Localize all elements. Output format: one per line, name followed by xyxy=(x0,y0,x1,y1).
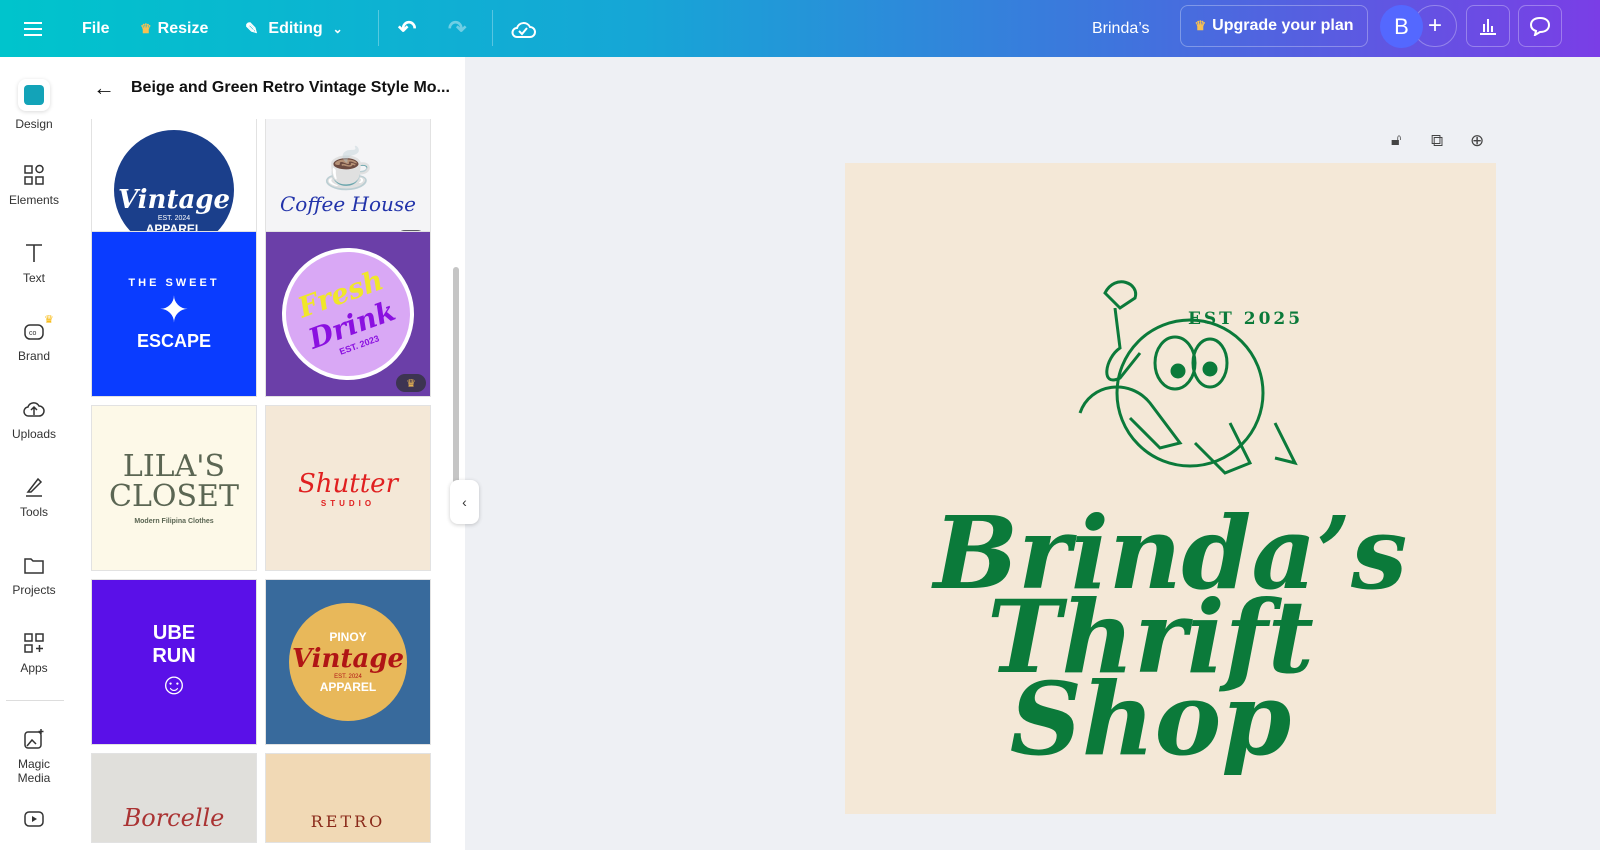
rail-video[interactable] xyxy=(0,807,68,837)
mascot-icon: ☕ xyxy=(323,146,373,191)
redo-icon[interactable]: ↷ xyxy=(448,0,466,57)
rail-magic-media[interactable]: Magic Media xyxy=(0,727,68,785)
design-canvas[interactable]: EST 2025 Brinda’s Thrift Shop xyxy=(845,163,1496,814)
magic-media-icon xyxy=(24,729,44,749)
design-name[interactable]: Brinda’s xyxy=(1092,0,1150,57)
template-text: UBE xyxy=(152,622,196,644)
template-card[interactable]: PINOY Vintage EST. 2024 APPAREL xyxy=(265,579,431,745)
rail-label: Tools xyxy=(19,505,48,519)
ice-cream-mascot-icon: ✦ xyxy=(158,288,190,330)
folder-icon xyxy=(24,558,44,574)
rail-label: Text xyxy=(22,271,45,285)
svg-text:co: co xyxy=(29,330,37,337)
upgrade-label: Upgrade your plan xyxy=(1212,17,1354,34)
insights-icon[interactable] xyxy=(1466,5,1510,47)
cloud-upload-icon xyxy=(23,402,45,417)
rail-brand[interactable]: co ♛ Brand xyxy=(0,314,68,363)
cloud-saved-icon[interactable] xyxy=(510,0,536,57)
mascot-illustration xyxy=(1078,280,1298,475)
lock-icon[interactable]: 🔓︎ xyxy=(1391,132,1401,150)
avatar[interactable]: B xyxy=(1380,5,1423,48)
rail-apps[interactable]: Apps xyxy=(0,631,68,675)
templates-panel: ← Beige and Green Retro Vintage Style Mo… xyxy=(68,57,465,850)
template-card[interactable]: Borcelle xyxy=(91,753,257,843)
template-text: LILA'S xyxy=(122,448,226,484)
text-icon xyxy=(26,244,42,262)
undo-icon[interactable]: ↶ xyxy=(398,0,416,57)
template-text: CLOSET xyxy=(109,478,239,514)
template-text: Vintage xyxy=(291,644,405,674)
rail-label: Brand xyxy=(17,349,51,363)
rail-projects[interactable]: Projects xyxy=(0,553,68,597)
rail-label: Elements xyxy=(8,193,60,207)
chevron-down-icon: ⌄ xyxy=(332,21,343,36)
template-text: Vintage xyxy=(117,185,231,215)
template-text: THE SWEET xyxy=(128,276,220,289)
menu-icon[interactable] xyxy=(22,0,44,57)
template-text: RETRO xyxy=(310,812,386,831)
template-card[interactable]: LILA'S CLOSET Modern Filipina Clothes xyxy=(91,405,257,571)
template-card[interactable]: RETRO xyxy=(265,753,431,843)
editing-label: Editing xyxy=(268,19,323,37)
file-menu[interactable]: File xyxy=(82,0,110,57)
collapse-panel-button[interactable]: ‹ xyxy=(450,480,479,524)
template-card[interactable]: Shutter STUDIO xyxy=(265,405,431,571)
pencil-icon: ✎ xyxy=(245,20,259,38)
panel-header: ← Beige and Green Retro Vintage Style Mo… xyxy=(68,57,465,119)
pro-crown-badge: ♛ xyxy=(396,374,426,392)
rail-design[interactable]: Design xyxy=(0,79,68,131)
template-text: PINOY xyxy=(329,630,367,644)
template-text: EST. 2024 xyxy=(157,215,191,222)
rail-label: Apps xyxy=(20,661,48,675)
template-text: Borcelle xyxy=(123,804,225,832)
template-text: Shutter xyxy=(297,468,398,499)
rail-elements[interactable]: Elements xyxy=(0,163,68,207)
rail-label: Uploads xyxy=(11,427,57,441)
template-text: Coffee House xyxy=(279,191,416,216)
mascot-icon: ☺ xyxy=(158,668,190,701)
template-card[interactable]: Fresh Drink EST. 2023 ♛ xyxy=(265,231,431,397)
rail-uploads[interactable]: Uploads xyxy=(0,397,68,441)
top-bar: File ♛ Resize ✎ Editing ⌄ ↶ ↷ Brinda’s ♛ Upg… xyxy=(0,0,1600,57)
rail-tools[interactable]: Tools xyxy=(0,475,68,519)
headline-line-3[interactable]: Shop xyxy=(825,669,1476,769)
upgrade-button[interactable]: ♛ Upgrade your plan xyxy=(1180,5,1368,47)
template-text: ESCAPE xyxy=(136,330,212,351)
template-text: STUDIO xyxy=(320,498,376,508)
tools-icon xyxy=(26,477,43,497)
back-arrow-icon[interactable]: ← xyxy=(93,75,115,101)
brand-icon: co xyxy=(24,324,44,340)
design-icon xyxy=(18,79,50,111)
rail-text[interactable]: Text xyxy=(0,241,68,285)
rail-label: Projects xyxy=(12,583,56,597)
rail-label: Magic Media xyxy=(17,757,51,785)
template-text: Modern Filipina Clothes xyxy=(134,517,214,525)
template-card[interactable]: THE SWEET ✦ ESCAPE xyxy=(91,231,257,397)
editing-dropdown[interactable]: ✎ Editing ⌄ xyxy=(245,0,343,57)
elements-icon xyxy=(24,164,44,185)
side-rail: Design Elements Text co ♛ Brand Uploads To… xyxy=(0,57,68,850)
panel-scrollbar[interactable] xyxy=(453,267,459,487)
template-text: APPAREL xyxy=(319,680,377,694)
add-page-icon[interactable]: ⊕ xyxy=(1470,131,1484,151)
duplicate-page-icon[interactable]: ⧉ xyxy=(1431,131,1443,151)
rail-label: Design xyxy=(15,117,53,131)
est-text[interactable]: EST 2025 xyxy=(995,311,1496,328)
template-text: RUN xyxy=(152,645,196,667)
apps-icon xyxy=(24,633,44,653)
panel-title: Beige and Green Retro Vintage Style Mo..… xyxy=(131,79,450,96)
resize-label: Resize xyxy=(157,19,209,37)
template-card[interactable]: UBE RUN ☺ xyxy=(91,579,257,745)
video-icon xyxy=(24,811,44,827)
resize-button[interactable]: ♛ Resize xyxy=(140,0,208,57)
crown-icon: ♛ xyxy=(1194,18,1207,33)
crown-icon: ♛ xyxy=(44,314,54,326)
comment-icon[interactable] xyxy=(1518,5,1562,47)
crown-icon: ♛ xyxy=(140,20,152,36)
